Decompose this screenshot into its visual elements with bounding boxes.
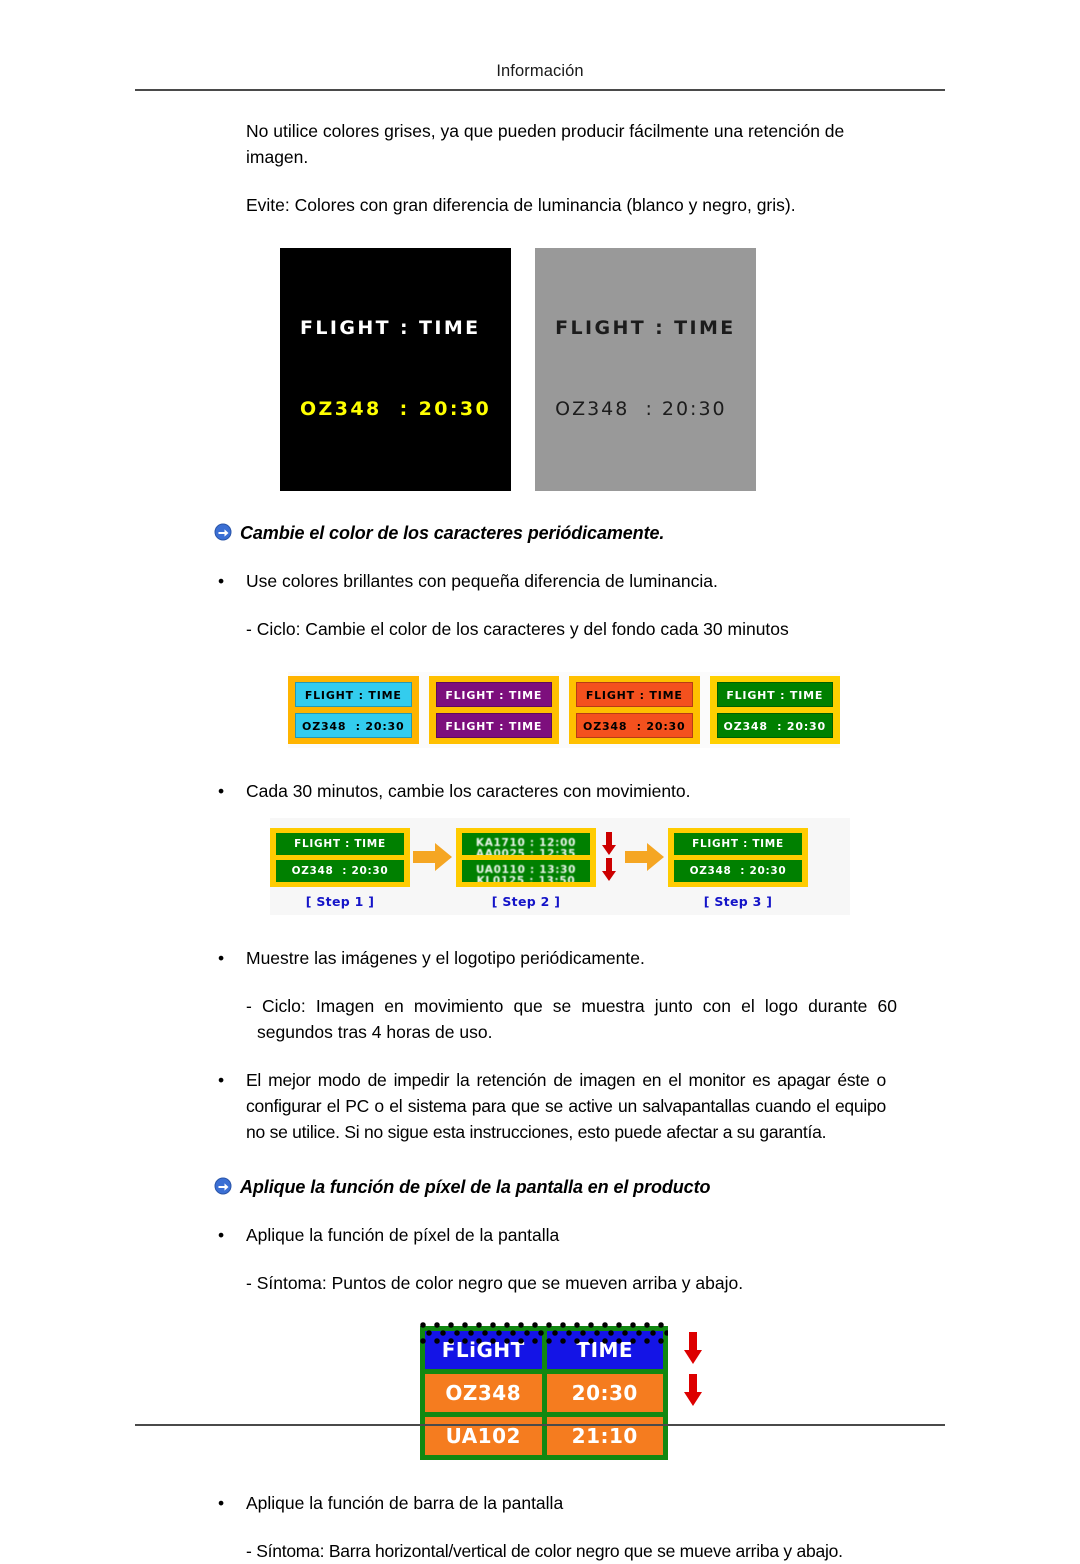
pixel-cell-flight-time: 20:30 xyxy=(546,1374,663,1412)
bullet-label: Use colores brillantes con pequeña difer… xyxy=(246,571,718,591)
arrow-down-icons xyxy=(596,832,622,882)
bullet-marker: • xyxy=(218,571,225,591)
bullet-label: Aplique la función de barra de la pantal… xyxy=(246,1493,564,1513)
panel-cell-header: FLIGHT : TIME xyxy=(435,682,552,707)
step-cell-header: FLIGHT : TIME xyxy=(276,832,404,855)
bullet-item-screensaver: • El mejor modo de impedir la retención … xyxy=(214,1067,886,1145)
step-cell-data: OZ348 : 20:30 xyxy=(276,859,404,882)
pixel-cell-flight: FLiGHT xyxy=(425,1331,542,1369)
step-board-1: FLIGHT : TIME OZ348 : 20:30 xyxy=(270,827,410,887)
bullet-label: Cada 30 minutos, cambie los caracteres c… xyxy=(246,781,691,801)
bullet-marker: • xyxy=(218,1493,225,1513)
panel-cell-header: FLIGHT : TIME xyxy=(295,682,412,707)
color-cycle-panel: FLIGHT : TIME OZ348 : 20:30 xyxy=(569,676,700,744)
panel-cell-header: FLIGHT : TIME xyxy=(716,682,833,707)
bullet-item-bright-colors: • Use colores brillantes con pequeña dif… xyxy=(214,568,886,594)
pixel-board: FLiGHT TIME OZ348 20:30 UA102 21:10 xyxy=(420,1322,668,1460)
color-cycle-panel: FLIGHT : TIME OZ348 : 20:30 xyxy=(288,676,419,744)
step-label-3: [ Step 3 ] xyxy=(703,894,773,909)
step-label-1: [ Step 1 ] xyxy=(305,894,375,909)
arrow-down-icon-2 xyxy=(684,1374,702,1406)
bullet-label: El mejor modo de impedir la retención de… xyxy=(246,1070,886,1142)
pixel-cell-time: TIME xyxy=(546,1331,663,1369)
paragraph-avoid-luminance: Evite: Colores con gran diferencia de lu… xyxy=(246,195,796,215)
page-content: No utilice colores grises, ya que pueden… xyxy=(0,118,1080,1564)
color-cycle-panel: FLIGHT : TIME FLIGHT : TIME xyxy=(428,676,559,744)
arrow-down-icon-1 xyxy=(602,832,616,855)
bullet-marker: • xyxy=(218,781,225,801)
step-cell-data: OZ348 : 20:30 xyxy=(674,859,802,882)
section-heading-pixel-function: Aplique la función de píxel de la pantal… xyxy=(214,1175,894,1200)
section-heading-label: Cambie el color de los caracteres periód… xyxy=(240,523,665,543)
board-row-data: OZ348 : 20:30 xyxy=(300,398,492,420)
bullet-marker: • xyxy=(218,1225,225,1245)
bullet-item-apply-pixel: • Aplique la función de píxel de la pant… xyxy=(214,1222,886,1248)
pixel-cell-flight-code: UA102 xyxy=(425,1417,542,1455)
bullet-item-show-logo: • Muestre las imágenes y el logotipo per… xyxy=(214,945,886,971)
pixel-board-row-header: FLiGHT TIME xyxy=(420,1322,668,1369)
bullet-item-apply-bar: • Aplique la función de barra de la pant… xyxy=(214,1490,886,1516)
step-cell-data-scrolling: UA0110 : 13:30 KL0125 : 13:50 xyxy=(462,859,590,882)
panel-cell-data: OZ348 : 20:30 xyxy=(295,713,412,738)
pixel-cell-flight-time: 21:10 xyxy=(546,1417,663,1455)
arrow-down-icon-1 xyxy=(684,1332,702,1364)
bullet-label: Aplique la función de píxel de la pantal… xyxy=(246,1225,560,1245)
step-label-2: [ Step 2 ] xyxy=(491,894,561,909)
section-heading-change-color: Cambie el color de los caracteres periód… xyxy=(214,521,894,546)
color-cycle-panel: FLIGHT : TIME OZ348 : 20:30 xyxy=(709,676,840,744)
page-header-title: Información xyxy=(496,62,584,80)
step-board-3: FLIGHT : TIME OZ348 : 20:30 xyxy=(668,827,808,887)
bullet-label: Muestre las imágenes y el logotipo perió… xyxy=(246,948,645,968)
panel-cell-data: OZ348 : 20:30 xyxy=(576,713,693,738)
figure-motion-steps: FLIGHT : TIME OZ348 : 20:30 KA1710 : 12:… xyxy=(270,818,850,915)
header-divider xyxy=(135,89,945,91)
step-board-2: KA1710 : 12:00 AA0025 : 12:35 UA0110 : 1… xyxy=(456,827,596,887)
figure-pixel-function-board: FLiGHT TIME OZ348 20:30 UA102 21:10 xyxy=(420,1322,710,1460)
bullet-marker: • xyxy=(218,1070,225,1090)
blue-arrow-bullet-icon xyxy=(214,1177,240,1199)
board-row-header: FLIGHT : TIME xyxy=(300,317,481,339)
board-row-data: OZ348 : 20:30 xyxy=(555,398,727,420)
scroll-line-2: AA0025 : 12:35 xyxy=(475,847,577,855)
arrow-right-icon-2 xyxy=(622,842,668,872)
arrow-right-icon-1 xyxy=(410,842,456,872)
board-row-header: FLIGHT : TIME xyxy=(555,317,736,339)
pixel-board-down-arrows xyxy=(676,1332,710,1408)
panel-cell-data: FLIGHT : TIME xyxy=(435,713,552,738)
pixel-board-row-oz348: OZ348 20:30 xyxy=(425,1374,663,1412)
steps-labels-row: [ Step 1 ] [ Step 2 ] [ Step 3 ] xyxy=(270,894,850,909)
flight-board-black: FLIGHT : TIME OZ348 : 20:30 xyxy=(280,248,512,491)
bullet-item-move-characters: • Cada 30 minutos, cambie los caracteres… xyxy=(214,778,886,804)
document-page: Información No utilice colores grises, y… xyxy=(0,0,1080,1561)
scroll-line-4: KL0125 : 13:50 xyxy=(476,874,576,882)
steps-boards-row: FLIGHT : TIME OZ348 : 20:30 KA1710 : 12:… xyxy=(270,826,850,888)
subitem-symptom-black-dots: - Síntoma: Puntos de color negro que se … xyxy=(246,1273,744,1293)
subitem-cycle-30-minutes: - Ciclo: Cambie el color de los caracter… xyxy=(246,619,789,639)
subitem-cycle-moving-image: - Ciclo: Imagen en movimiento que se mue… xyxy=(246,996,897,1042)
blue-arrow-bullet-icon xyxy=(214,523,240,545)
panel-cell-header: FLIGHT : TIME xyxy=(576,682,693,707)
step-cell-header: FLIGHT : TIME xyxy=(674,832,802,855)
paragraph-no-gray-colors: No utilice colores grises, ya que pueden… xyxy=(246,121,845,167)
panel-cell-data: OZ348 : 20:30 xyxy=(716,713,833,738)
arrow-down-icon-2 xyxy=(602,858,616,881)
subitem-symptom-black-bar: - Síntoma: Barra horizontal/vertical de … xyxy=(246,1541,843,1561)
step-cell-header-scrolling: KA1710 : 12:00 AA0025 : 12:35 xyxy=(462,832,590,855)
section-heading-label: Aplique la función de píxel de la pantal… xyxy=(240,1177,711,1197)
pixel-cell-flight-code: OZ348 xyxy=(425,1374,542,1412)
figure-luminance-comparison: FLIGHT : TIME OZ348 : 20:30 FLIGHT : TIM… xyxy=(280,248,1080,491)
flight-board-gray: FLIGHT : TIME OZ348 : 20:30 xyxy=(535,248,756,491)
bullet-marker: • xyxy=(218,948,225,968)
figure-color-cycle-panels: FLIGHT : TIME OZ348 : 20:30 FLIGHT : TIM… xyxy=(288,672,840,748)
pixel-board-row-ua102: UA102 21:10 xyxy=(425,1417,663,1455)
footer-divider xyxy=(135,1424,945,1426)
